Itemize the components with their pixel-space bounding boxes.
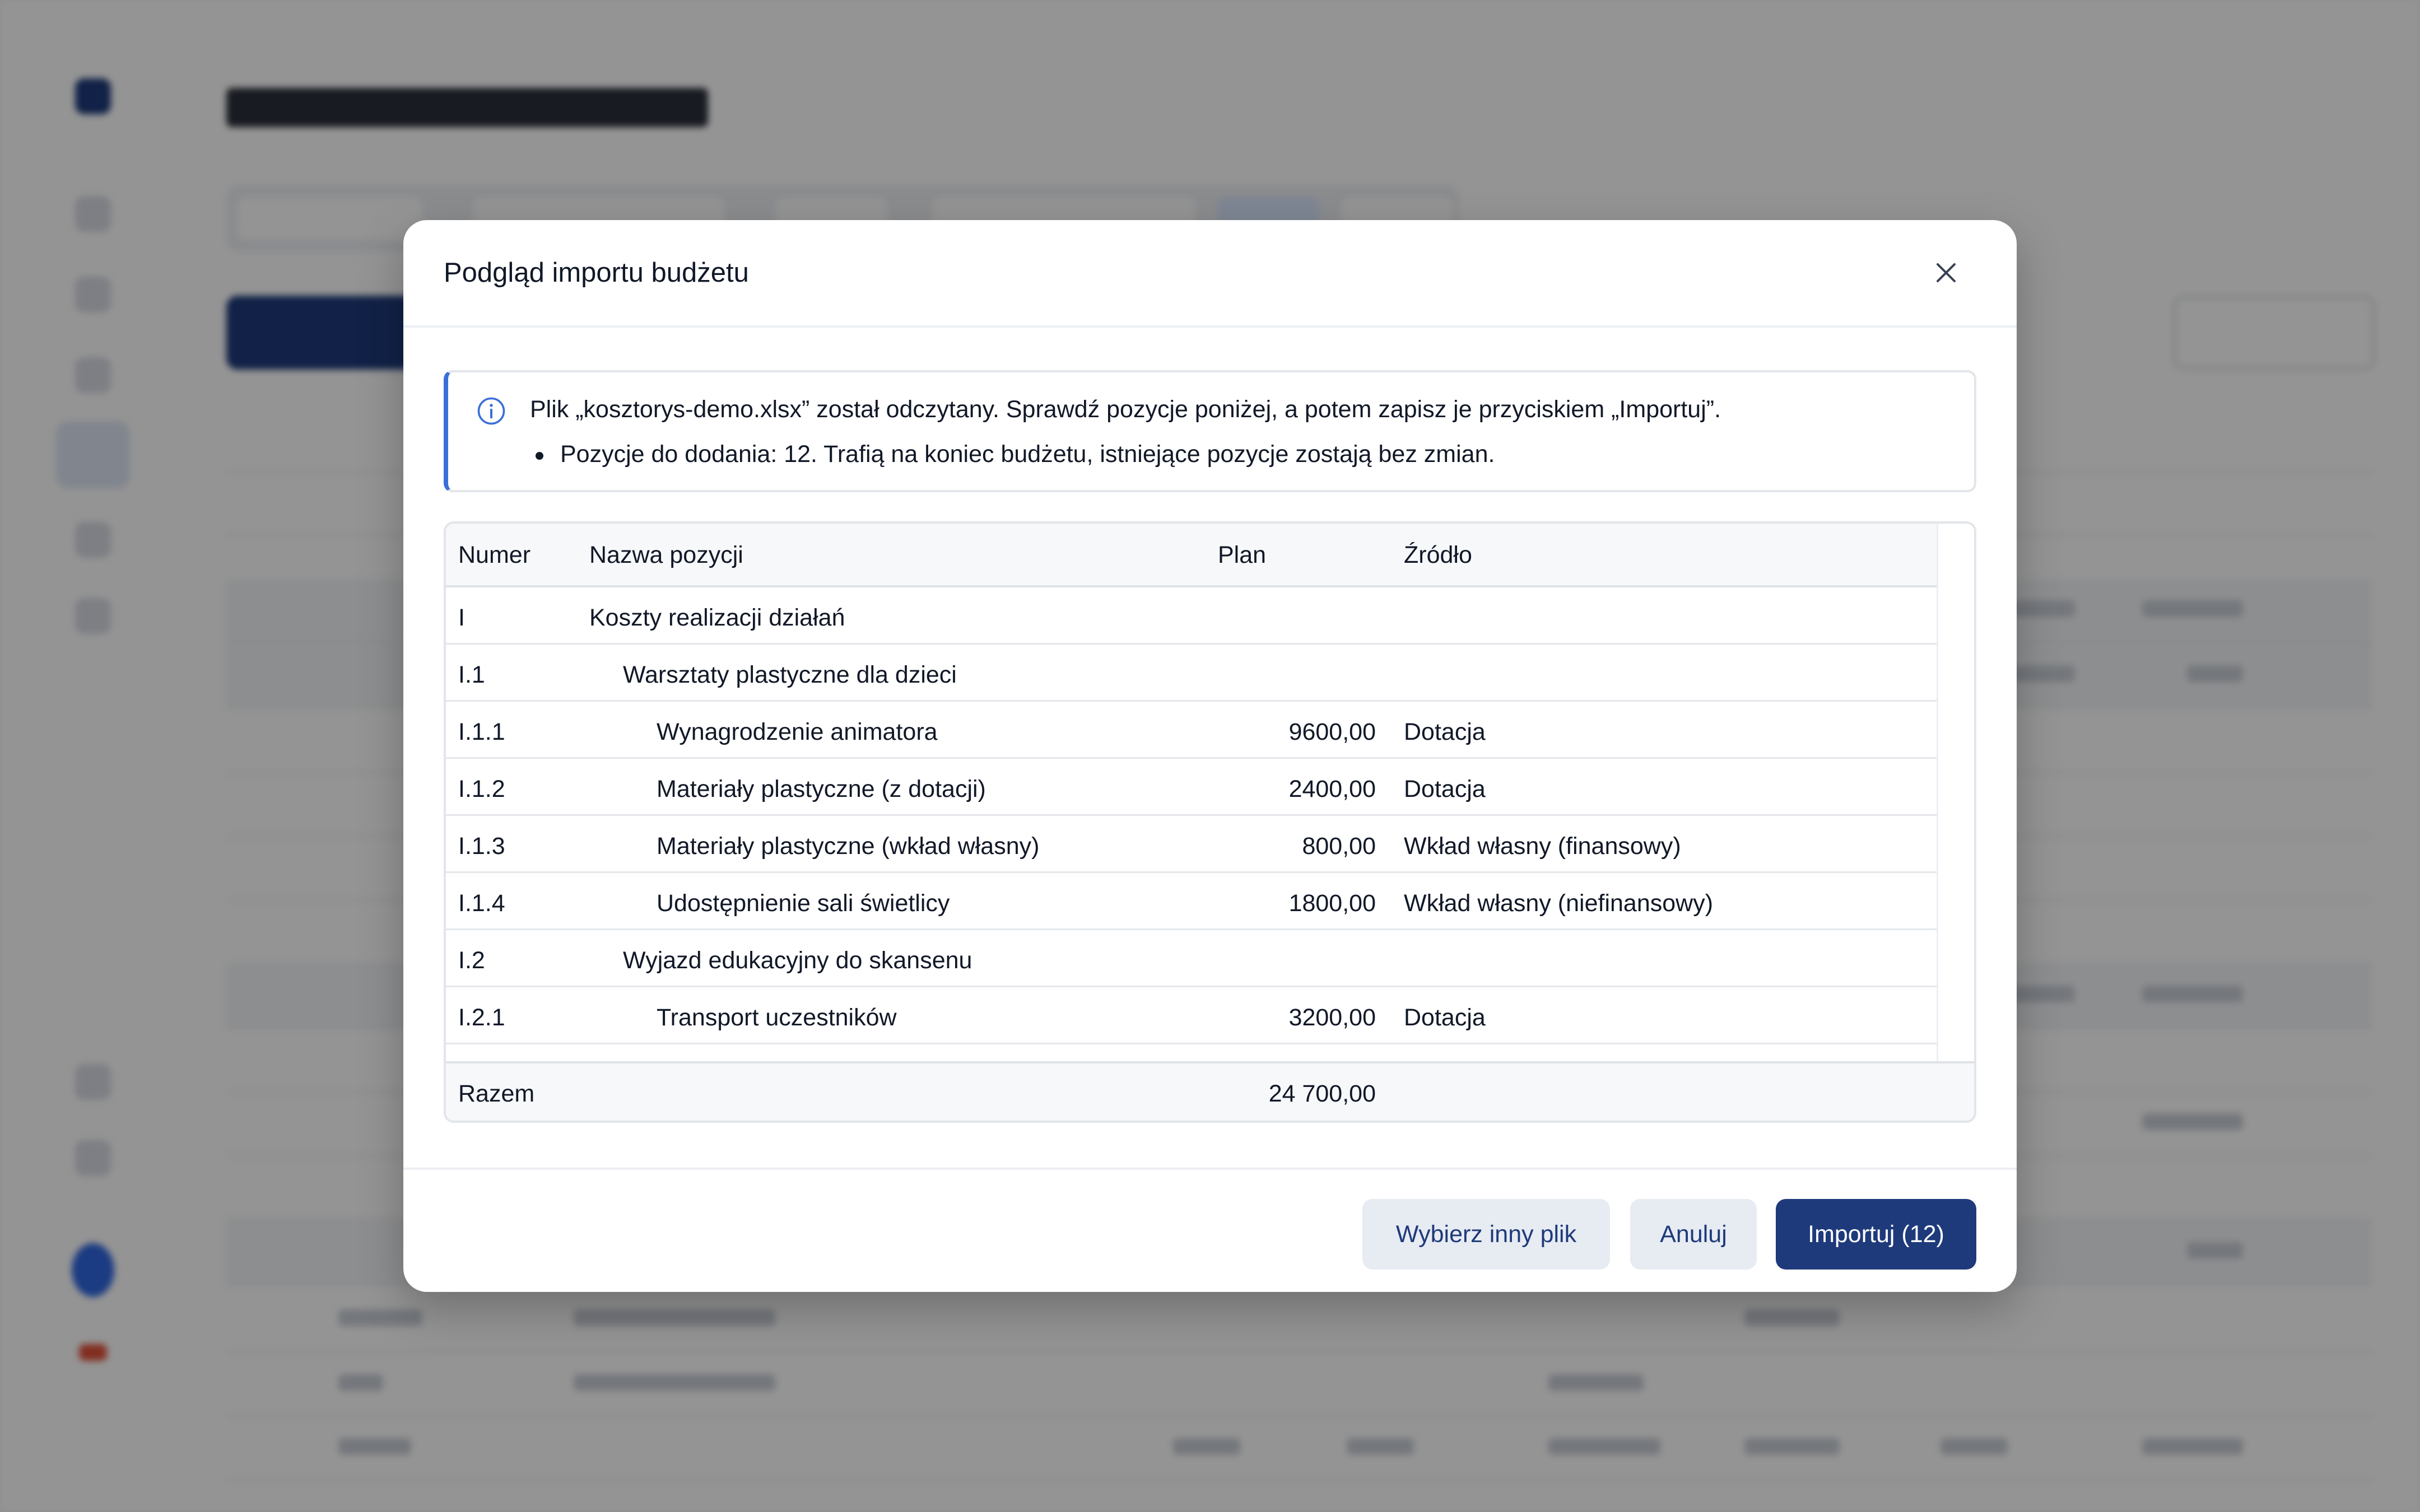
cell-name: Materiały plastyczne (wkład własny) [657, 833, 1040, 860]
cell-source: Wkład własny (finansowy) [1404, 833, 1681, 860]
cell-number: I.2 [458, 947, 485, 974]
cell-number: I.1.2 [458, 776, 505, 802]
table-row: I Koszty realizacji działań [446, 587, 1940, 645]
cell-plan: 9600,00 [1288, 718, 1376, 745]
close-button[interactable] [1929, 256, 1963, 290]
table-row: I.2.1 Transport uczestników 3200,00 Dotacja [446, 987, 1940, 1044]
table-scrollbar[interactable] [1937, 524, 1974, 1061]
import-preview-dialog: Podgląd importu budżetu Plik „kosztorys-… [403, 220, 2017, 1292]
cell-plan: 800,00 [1302, 833, 1376, 860]
cell-number: I.1.3 [458, 833, 505, 860]
info-alert: Plik „kosztorys-demo.xlsx” został odczyt… [444, 370, 1976, 492]
cancel-button[interactable]: Anuluj [1630, 1199, 1757, 1270]
table-footer: Razem 24 700,00 [446, 1061, 1974, 1121]
cell-plan: 1800,00 [1288, 890, 1376, 917]
dialog-header: Podgląd importu budżetu [403, 220, 2017, 328]
table-row: I.1.3 Materiały plastyczne (wkład własny)… [446, 816, 1940, 873]
cell-number: I [458, 604, 465, 631]
table-row: I.1.1 Wynagrodzenie animatora 9600,00 Dotac… [446, 702, 1940, 759]
cell-number: I.1.1 [458, 718, 505, 745]
table-header: Numer Nazwa pozycji Plan Źródło [446, 524, 1940, 587]
table-row: I.1 Warsztaty plastyczne dla dzieci [446, 645, 1940, 702]
cell-name: Transport uczestników [657, 1004, 897, 1031]
cell-source: Wkład własny (niefinansowy) [1404, 890, 1714, 917]
cell-name: Wyjazd edukacyjny do skansenu [623, 947, 972, 974]
import-button[interactable]: Importuj (12) [1776, 1199, 1976, 1270]
column-header-name: Nazwa pozycji [589, 542, 743, 568]
cell-name: Wynagrodzenie animatora [657, 718, 938, 745]
column-header-plan: Plan [1218, 542, 1267, 568]
cell-name: Materiały plastyczne (z dotacji) [657, 776, 986, 802]
cell-name: Warsztaty plastyczne dla dzieci [623, 661, 957, 688]
cell-name: Udostępnienie sali świetlicy [657, 890, 950, 917]
table-row: I.2 Wyjazd edukacyjny do skansenu [446, 930, 1940, 987]
cell-plan: 3200,00 [1288, 1004, 1376, 1031]
table-body[interactable]: I Koszty realizacji działań I.1 Warsztaty p… [446, 587, 1940, 1061]
column-header-number: Numer [458, 542, 531, 568]
info-message: Plik „kosztorys-demo.xlsx” został odczyt… [530, 396, 1721, 423]
cell-source: Dotacja [1404, 776, 1486, 802]
cell-source: Dotacja [1404, 718, 1486, 745]
info-bullet: Pozycje do dodania: 12. Trafią na koniec… [535, 441, 1495, 468]
cell-name: Koszty realizacji działań [589, 604, 845, 631]
column-header-source: Źródło [1404, 542, 1472, 568]
close-icon [1937, 263, 1956, 282]
table-row: I.1.2 Materiały plastyczne (z dotacji) 240… [446, 759, 1940, 816]
cell-plan: 2400,00 [1288, 776, 1376, 802]
cell-number: I.2.1 [458, 1004, 505, 1031]
dialog-footer: Wybierz inny plik Anuluj Importuj (12) [403, 1168, 2017, 1292]
total-label: Razem [458, 1080, 535, 1107]
cell-number: I.1 [458, 661, 485, 688]
choose-other-file-button[interactable]: Wybierz inny plik [1362, 1199, 1610, 1270]
cell-number: I.1.4 [458, 890, 505, 917]
total-value: 24 700,00 [1268, 1080, 1376, 1107]
cell-source: Dotacja [1404, 1004, 1486, 1031]
dialog-title: Podgląd importu budżetu [444, 258, 749, 288]
info-icon [477, 397, 505, 425]
preview-table: Numer Nazwa pozycji Plan Źródło I Koszty … [444, 521, 1976, 1123]
table-row: I.1.4 Udostępnienie sali świetlicy 1800,00… [446, 873, 1940, 930]
